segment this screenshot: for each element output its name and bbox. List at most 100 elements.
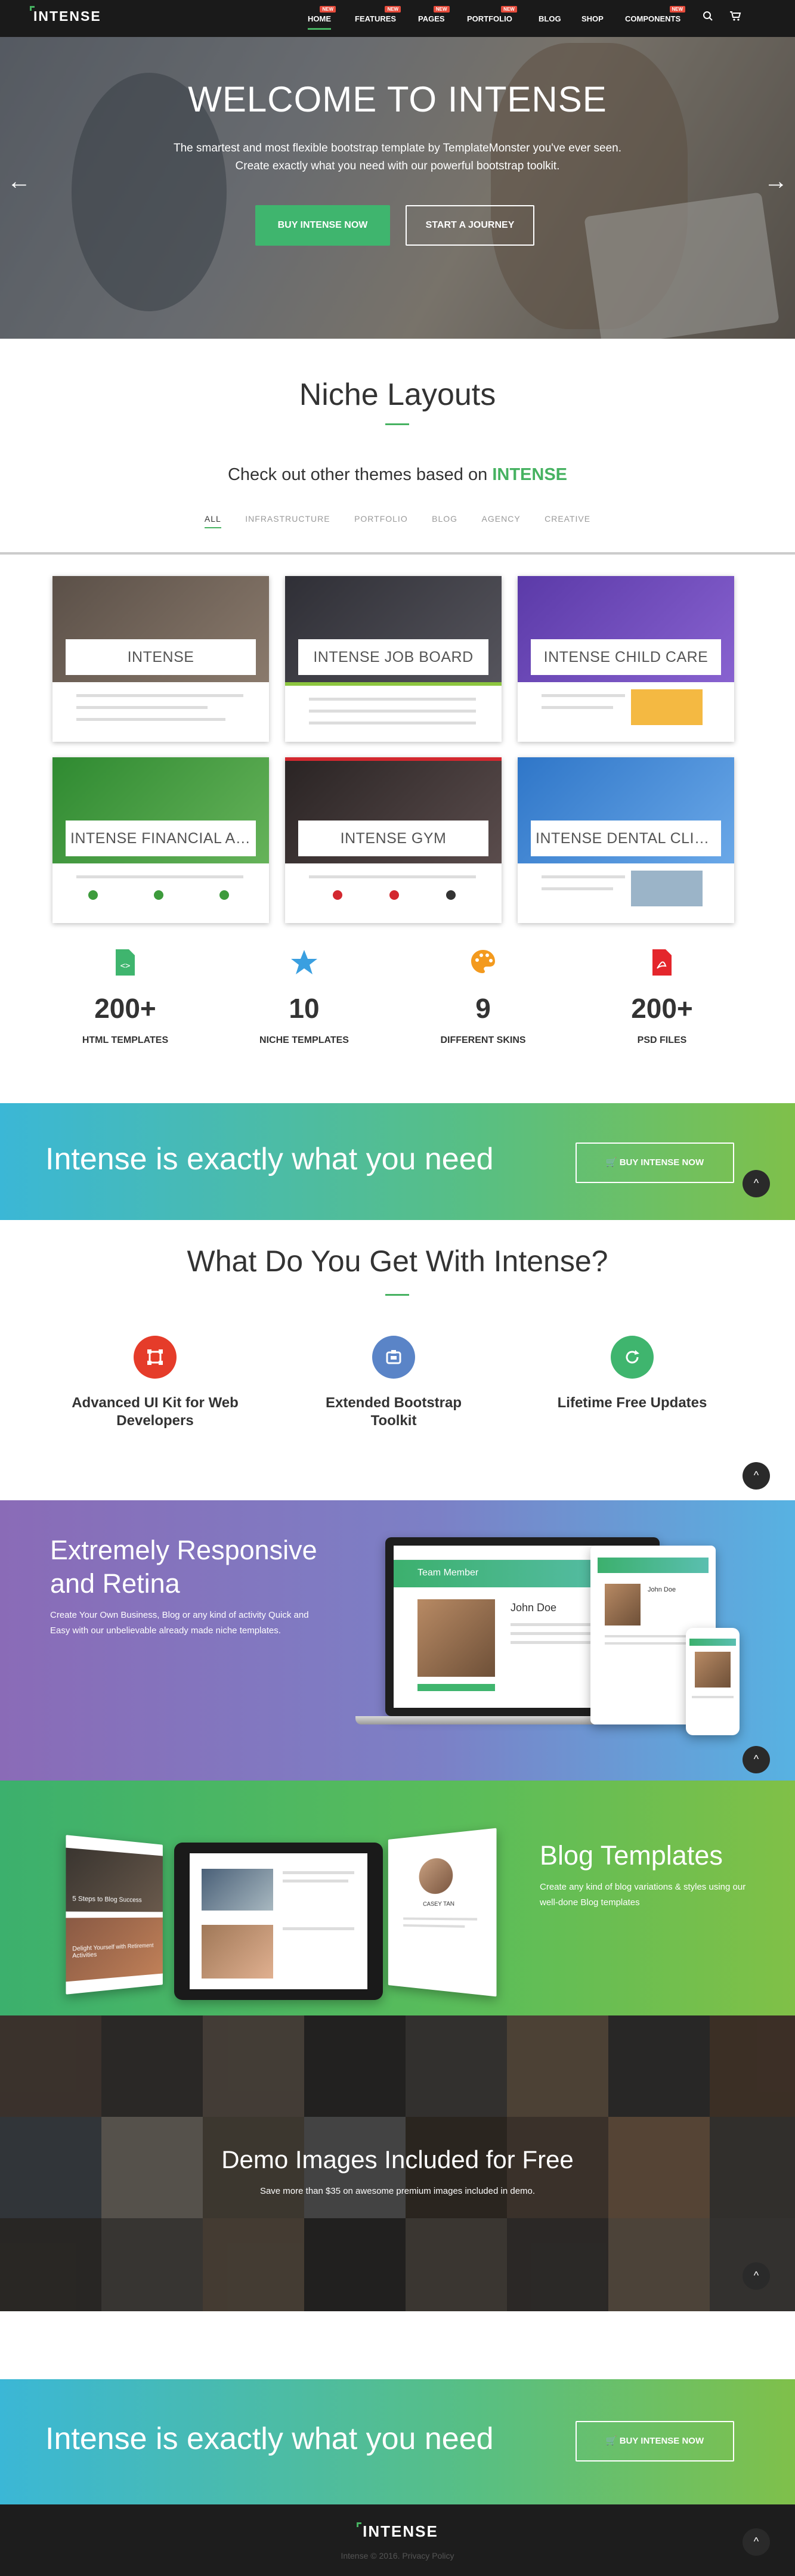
hero-title: WELCOME TO INTENSE (188, 79, 607, 119)
svg-text:<>: <> (120, 961, 131, 971)
preview-line (309, 875, 476, 878)
card-preview-body (285, 682, 502, 742)
nav-item-label: Portfolio (467, 14, 512, 23)
blog-tablet-mockup (174, 1843, 383, 2000)
mockup-button (417, 1684, 495, 1691)
niche-card-label: INTENSE CHILD CARE (531, 639, 721, 675)
preview-dot (446, 890, 456, 900)
scroll-top-button[interactable]: ^ (743, 2262, 770, 2290)
preview-line (76, 706, 208, 709)
footer-logo[interactable]: INTENSE (0, 2522, 795, 2541)
filter-portfolio[interactable]: Portfolio (354, 514, 408, 527)
nav-item-pages[interactable]: Pages NEW (418, 6, 450, 23)
feature-title: Extended Bootstrap Toolkit (325, 1395, 462, 1429)
footer-copyright: Intense © 2016. Privacy Policy (0, 2551, 795, 2560)
scroll-top-button[interactable]: ^ (743, 1746, 770, 1773)
preview-line (309, 722, 476, 724)
filter-infrastructure[interactable]: Infrastructure (245, 514, 330, 527)
niche-card-label: INTENSE FINANCIAL ADVI... (66, 821, 256, 856)
nav-item-label: Features (355, 14, 397, 23)
phone-mockup (686, 1628, 740, 1735)
feature-title: Advanced UI Kit for Web Developers (72, 1395, 239, 1429)
niche-card-intense[interactable]: INTENSE (52, 576, 269, 742)
preview-image (631, 871, 703, 906)
next-slide-arrow-icon[interactable]: → (764, 168, 788, 195)
cta-buy-button[interactable]: 🛒 Buy Intense Now (576, 2421, 734, 2462)
new-badge: NEW (320, 6, 336, 13)
nav-item-label: Components (625, 14, 681, 23)
demo-title: Demo Images Included for Free (221, 2145, 574, 2174)
footer-logo-text: INTENSE (363, 2522, 438, 2540)
niche-card-financial-advisor[interactable]: INTENSE FINANCIAL ADVI... (52, 757, 269, 923)
filter-all[interactable]: All (204, 514, 221, 528)
blog-mockup-left: 5 Steps to Blog Success Delight Yourself… (66, 1835, 163, 1995)
scroll-top-button[interactable]: ^ (743, 2528, 770, 2556)
nav-item-home[interactable]: Home NEW (308, 6, 336, 30)
title-underline (385, 1294, 409, 1296)
refresh-icon (611, 1336, 654, 1379)
start-journey-button[interactable]: Start a Journey (406, 205, 534, 246)
cta-buy-button[interactable]: 🛒 Buy Intense Now (576, 1143, 734, 1183)
stat-value: 200+ (631, 993, 693, 1024)
new-badge: NEW (501, 6, 517, 13)
filter-creative[interactable]: Creative (545, 514, 590, 527)
scroll-top-button[interactable]: ^ (743, 1170, 770, 1197)
preview-line (76, 718, 225, 721)
nav-item-label: Home (308, 14, 331, 23)
cart-icon[interactable] (729, 11, 741, 24)
logo[interactable]: INTENSE (30, 6, 101, 24)
preview-line (692, 1696, 734, 1698)
search-icon[interactable] (703, 11, 713, 24)
preview-image (631, 689, 703, 725)
preview-line (542, 887, 613, 890)
stat-label: PSD Files (637, 1035, 687, 1045)
mockup-post-title: Delight Yourself with Retirement Activit… (72, 1942, 154, 1960)
preview-dot (154, 890, 163, 900)
feature-title: Lifetime Free Updates (557, 1395, 707, 1411)
blog-section: 5 Steps to Blog Success Delight Yourself… (0, 1781, 795, 2015)
niche-title: Niche Layouts (299, 377, 496, 412)
mockup-photo: 5 Steps to Blog Success (66, 1847, 163, 1912)
nav-item-blog[interactable]: Blog (539, 14, 561, 23)
feature-ui-kit: Advanced UI Kit for Web Developers (66, 1336, 245, 1430)
blog-text: Create any kind of blog variations & sty… (540, 1882, 746, 1908)
preview-line (309, 710, 476, 713)
buy-intense-button[interactable]: Buy Intense Now (255, 205, 390, 246)
responsive-section: Extremely Responsive and Retina Create Y… (0, 1500, 795, 1781)
filter-blog[interactable]: Blog (432, 514, 457, 527)
toolkit-icon (372, 1336, 415, 1379)
mockup-photo (605, 1584, 641, 1626)
nav-item-features[interactable]: Features NEW (355, 6, 401, 23)
nav-item-label: Blog (539, 14, 561, 23)
mockup-name: John Doe (648, 1586, 676, 1593)
nav-item-shop[interactable]: Shop (581, 14, 604, 23)
hero-subtitle-line: The smartest and most flexible bootstrap… (174, 142, 621, 154)
niche-card-child-care[interactable]: INTENSE CHILD CARE (518, 576, 734, 742)
stat-different-skins: 9 Different Skins (394, 948, 573, 1046)
niche-card-label: INTENSE DENTAL CLINIC (531, 821, 721, 856)
responsive-title: Extremely Responsive and Retina (50, 1535, 317, 1599)
privacy-policy-link[interactable]: Privacy Policy (402, 2551, 454, 2560)
scroll-top-button[interactable]: ^ (743, 1462, 770, 1490)
niche-card-gym[interactable]: INTENSE GYM (285, 757, 502, 923)
mockup-avatar (419, 1857, 453, 1894)
filter-agency[interactable]: Agency (482, 514, 521, 527)
tablet-screen (190, 1853, 367, 1989)
stat-value: 10 (289, 993, 320, 1024)
mockup-header (598, 1558, 709, 1573)
copyright-text: Intense © 2016. (341, 2551, 400, 2560)
new-badge: NEW (385, 6, 401, 13)
niche-card-dental-clinic[interactable]: INTENSE DENTAL CLINIC (518, 757, 734, 923)
niche-subtitle: Check out other themes based on INTENSE (0, 465, 795, 485)
niche-card-job-board[interactable]: INTENSE JOB BOARD (285, 576, 502, 742)
palette-icon (394, 948, 573, 984)
prev-slide-arrow-icon[interactable]: ← (7, 168, 31, 195)
preview-line (283, 1927, 354, 1930)
feature-bootstrap-toolkit: Extended Bootstrap Toolkit (304, 1336, 483, 1430)
nav-item-components[interactable]: Components NEW (625, 6, 686, 23)
niche-card-label: INTENSE JOB BOARD (298, 639, 488, 675)
mockup-photo (202, 1869, 273, 1911)
card-preview-body (518, 863, 734, 923)
card-preview-body (52, 682, 269, 742)
nav-item-portfolio[interactable]: Portfolio NEW (467, 6, 517, 23)
